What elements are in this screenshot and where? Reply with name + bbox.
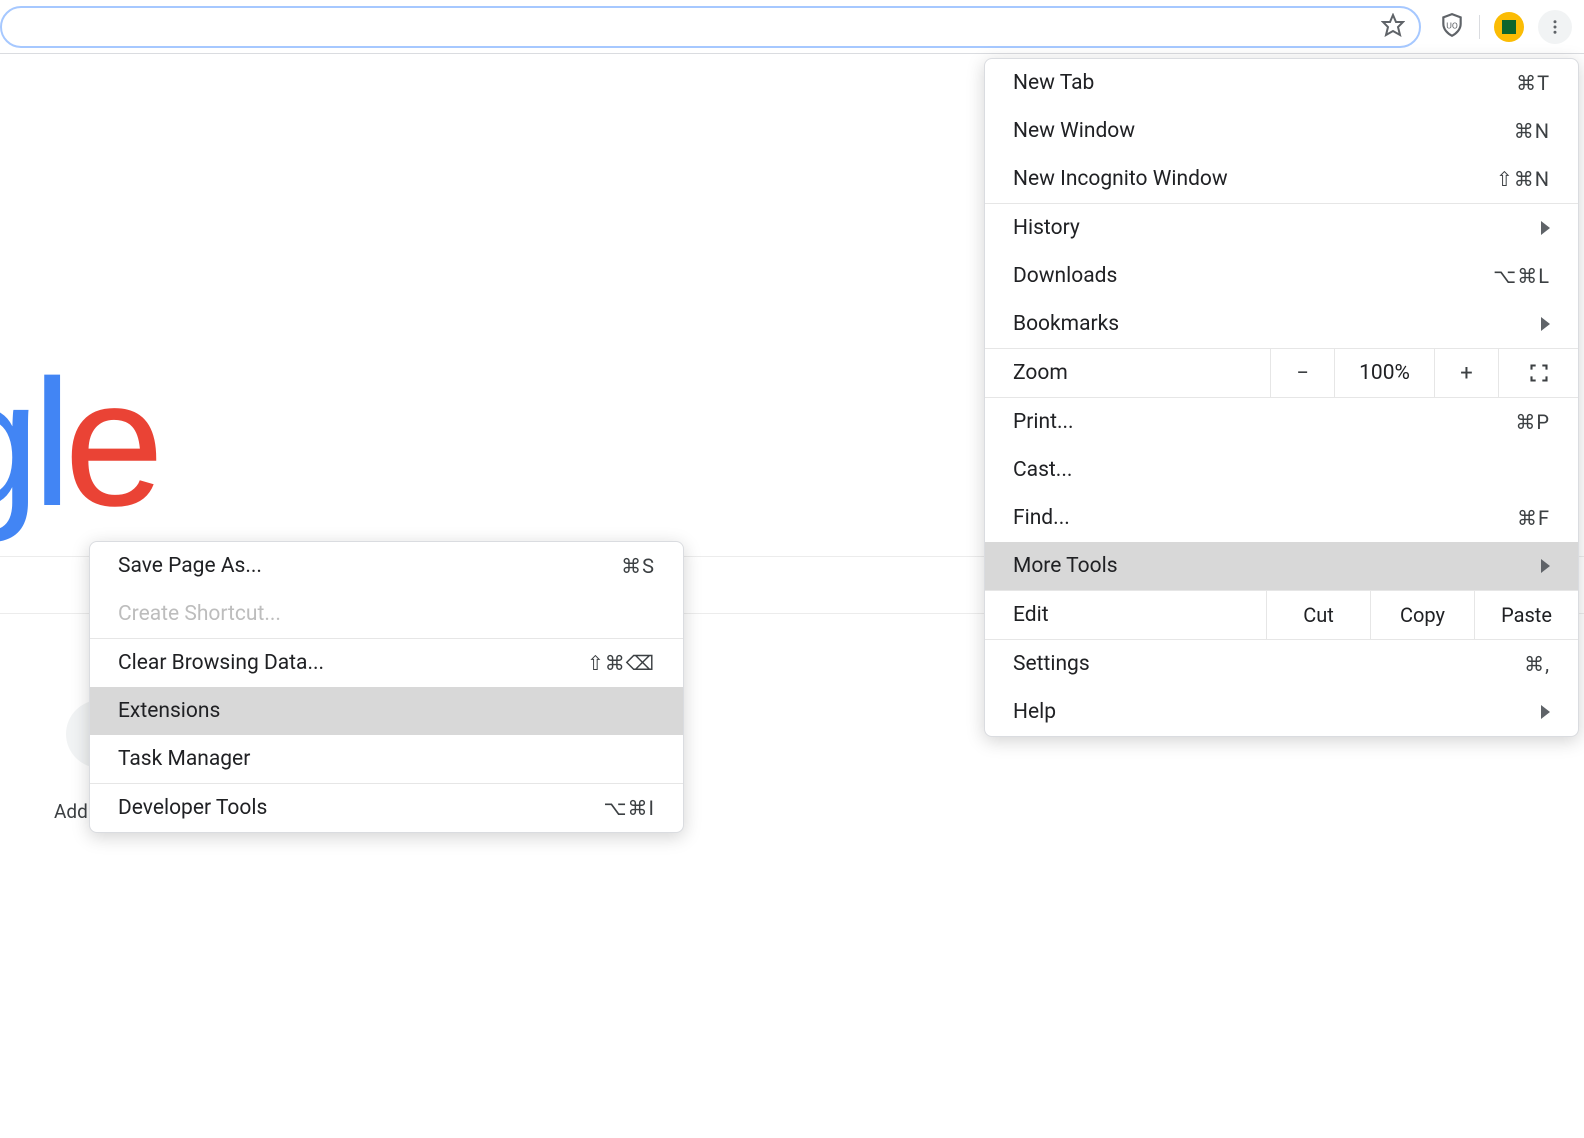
submenu-clear-browsing-data[interactable]: Clear Browsing Data... ⇧⌘⌫ <box>90 639 683 687</box>
google-logo-partial: gle <box>0 340 156 547</box>
edit-copy-button[interactable]: Copy <box>1370 591 1474 639</box>
more-button[interactable] <box>1538 10 1572 44</box>
submenu-save-page-as[interactable]: Save Page As... ⌘S <box>90 542 683 590</box>
browser-toolbar: UO <box>0 0 1584 54</box>
main-menu: New Tab ⌘T New Window ⌘N New Incognito W… <box>984 58 1579 737</box>
menu-new-incognito[interactable]: New Incognito Window ⇧⌘N <box>985 155 1578 203</box>
menu-shortcut: ⌥⌘I <box>604 796 656 820</box>
menu-label: Create Shortcut... <box>118 602 281 626</box>
add-shortcut-label: Add <box>54 800 88 823</box>
chevron-right-icon <box>1541 317 1550 331</box>
menu-label: Clear Browsing Data... <box>118 651 324 675</box>
menu-shortcut: ⌘S <box>621 554 655 578</box>
menu-cast[interactable]: Cast... <box>985 446 1578 494</box>
menu-new-tab[interactable]: New Tab ⌘T <box>985 59 1578 107</box>
shield-icon[interactable]: UO <box>1439 12 1465 42</box>
edit-cut-button[interactable]: Cut <box>1266 591 1370 639</box>
menu-edit-label: Edit <box>985 591 1266 639</box>
logo-letter-l: l <box>32 340 64 547</box>
submenu-task-manager[interactable]: Task Manager <box>90 735 683 783</box>
menu-label: Downloads <box>1013 264 1117 288</box>
menu-new-window[interactable]: New Window ⌘N <box>985 107 1578 155</box>
menu-label: Developer Tools <box>118 796 267 820</box>
menu-label: New Tab <box>1013 71 1094 95</box>
menu-more-tools[interactable]: More Tools <box>985 542 1578 590</box>
menu-label: Print... <box>1013 410 1074 434</box>
toolbar-actions: UO <box>1427 10 1584 44</box>
menu-label: New Window <box>1013 119 1135 143</box>
menu-label: Cast... <box>1013 458 1072 482</box>
menu-shortcut: ⌥⌘L <box>1493 264 1550 288</box>
chevron-right-icon <box>1541 559 1550 573</box>
menu-label: Settings <box>1013 652 1090 676</box>
fullscreen-button[interactable] <box>1498 349 1578 397</box>
menu-label: Help <box>1013 700 1056 724</box>
menu-history[interactable]: History <box>985 204 1578 252</box>
menu-print[interactable]: Print... ⌘P <box>985 398 1578 446</box>
submenu-extensions[interactable]: Extensions <box>90 687 683 735</box>
menu-zoom-row: Zoom − 100% + <box>985 348 1578 398</box>
chevron-right-icon <box>1541 705 1550 719</box>
menu-label: New Incognito Window <box>1013 167 1228 191</box>
menu-label: History <box>1013 216 1080 240</box>
address-bar[interactable] <box>0 6 1421 48</box>
menu-bookmarks[interactable]: Bookmarks <box>985 300 1578 348</box>
submenu-developer-tools[interactable]: Developer Tools ⌥⌘I <box>90 784 683 832</box>
menu-settings[interactable]: Settings ⌘, <box>985 640 1578 688</box>
menu-label: Task Manager <box>118 747 250 771</box>
toolbar-divider <box>1479 15 1480 39</box>
menu-label: More Tools <box>1013 554 1118 578</box>
menu-help[interactable]: Help <box>985 688 1578 736</box>
profile-avatar[interactable] <box>1494 12 1524 42</box>
zoom-in-button[interactable]: + <box>1434 349 1498 397</box>
menu-label: Find... <box>1013 506 1070 530</box>
submenu-create-shortcut: Create Shortcut... <box>90 590 683 638</box>
edit-paste-button[interactable]: Paste <box>1474 591 1578 639</box>
menu-label: Save Page As... <box>118 554 262 578</box>
menu-shortcut: ⌘P <box>1515 410 1550 434</box>
logo-letter-e: e <box>64 340 156 547</box>
menu-shortcut: ⇧⌘N <box>1496 167 1550 191</box>
menu-zoom-label: Zoom <box>985 349 1270 397</box>
menu-shortcut: ⌘T <box>1516 71 1550 95</box>
menu-label: Extensions <box>118 699 220 723</box>
more-tools-submenu: Save Page As... ⌘S Create Shortcut... Cl… <box>89 541 684 833</box>
svg-text:UO: UO <box>1446 21 1458 31</box>
menu-shortcut: ⇧⌘⌫ <box>587 651 655 675</box>
zoom-out-button[interactable]: − <box>1270 349 1334 397</box>
zoom-percent: 100% <box>1334 349 1434 397</box>
logo-letter-g: g <box>0 340 32 547</box>
menu-shortcut: ⌘F <box>1517 506 1550 530</box>
menu-edit-row: Edit Cut Copy Paste <box>985 590 1578 640</box>
menu-find[interactable]: Find... ⌘F <box>985 494 1578 542</box>
star-icon[interactable] <box>1381 13 1405 41</box>
menu-shortcut: ⌘N <box>1514 119 1550 143</box>
chevron-right-icon <box>1541 221 1550 235</box>
menu-downloads[interactable]: Downloads ⌥⌘L <box>985 252 1578 300</box>
menu-shortcut: ⌘, <box>1524 652 1550 676</box>
menu-label: Bookmarks <box>1013 312 1119 336</box>
